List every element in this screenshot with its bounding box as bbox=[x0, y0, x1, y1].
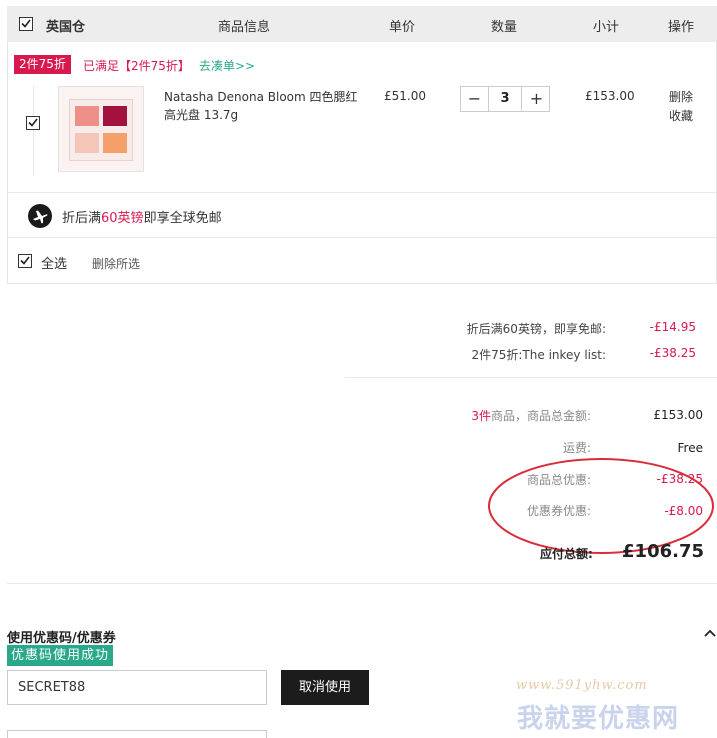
item-divider bbox=[33, 86, 34, 176]
palette-pan bbox=[103, 133, 127, 153]
coupon-section-title: 使用优惠码/优惠券 bbox=[7, 631, 116, 646]
palette-image bbox=[69, 99, 133, 161]
quantity-value[interactable]: 3 bbox=[488, 87, 522, 111]
coupon-code-input[interactable] bbox=[7, 670, 267, 705]
select-all-label[interactable]: 全选 bbox=[41, 253, 67, 272]
shipping-suffix: 即享全球免邮 bbox=[143, 211, 222, 226]
palette-pan bbox=[75, 133, 99, 153]
product-thumbnail[interactable] bbox=[58, 86, 144, 172]
delete-link[interactable]: 删除 bbox=[669, 88, 693, 105]
col-product-info: 商品信息 bbox=[218, 20, 271, 35]
col-action: 操作 bbox=[668, 20, 695, 35]
palette-pan bbox=[75, 106, 99, 126]
check-icon bbox=[21, 19, 31, 28]
select-all-checkbox[interactable] bbox=[18, 254, 32, 268]
watermark-logo: 我就要优惠网 bbox=[517, 704, 680, 734]
delete-selected-link[interactable]: 删除所选 bbox=[92, 255, 140, 272]
goods-total-label: 3件商品，商品总金额: bbox=[471, 407, 591, 424]
promo-status: 已满足【2件75折】 bbox=[83, 59, 190, 73]
payable-total: £106.75 bbox=[622, 541, 704, 562]
palette-pan bbox=[103, 106, 127, 126]
item-checkbox[interactable] bbox=[26, 116, 40, 130]
payable-label: 应付总额: bbox=[540, 547, 593, 561]
free-shipping-notice: 折后满60英镑即享全球免邮 bbox=[62, 207, 222, 226]
chevron-up-icon[interactable] bbox=[704, 629, 716, 637]
divider bbox=[8, 237, 716, 238]
free-shipping-discount-label: 折后满60英镑，即享免邮: bbox=[466, 322, 606, 336]
select-warehouse-checkbox[interactable] bbox=[19, 17, 33, 31]
decrease-button[interactable]: − bbox=[461, 87, 488, 111]
watermark-url: www.591yhw.com bbox=[516, 678, 648, 693]
divider bbox=[8, 192, 716, 193]
free-shipping-discount-value: -£14.95 bbox=[649, 320, 696, 334]
product-name[interactable]: Natasha Denona Bloom 四色腮红高光盘 13.7g bbox=[164, 88, 364, 124]
airplane-icon bbox=[28, 204, 52, 228]
shipping-fee-label: 运费: bbox=[562, 441, 591, 455]
promo-discount-label: 2件75折:The inkey list: bbox=[471, 348, 606, 362]
check-icon bbox=[20, 256, 30, 265]
cart-header: 英国仓 商品信息 单价 数量 小计 操作 bbox=[7, 6, 717, 42]
unit-price: £51.00 bbox=[384, 89, 426, 103]
divider bbox=[7, 583, 717, 584]
quantity-stepper: − 3 + bbox=[460, 86, 550, 112]
col-subtotal: 小计 bbox=[593, 20, 620, 35]
col-unit-price: 单价 bbox=[389, 20, 416, 35]
cancel-coupon-button[interactable]: 取消使用 bbox=[281, 670, 369, 705]
warehouse-label: 英国仓 bbox=[46, 20, 86, 35]
goods-total-value: £153.00 bbox=[653, 408, 703, 422]
promo-tag: 2件75折 bbox=[14, 55, 71, 74]
divider bbox=[345, 377, 717, 378]
shipping-fee-value: Free bbox=[677, 441, 703, 455]
promo-discount-value: -£38.25 bbox=[649, 346, 696, 360]
goods-total-text: 商品，商品总金额: bbox=[490, 409, 591, 423]
item-count: 3件 bbox=[471, 409, 491, 423]
coupon-success-badge: 优惠码使用成功 bbox=[7, 645, 114, 666]
shipping-prefix: 折后满 bbox=[62, 211, 102, 226]
item-subtotal: £153.00 bbox=[585, 89, 635, 103]
increase-button[interactable]: + bbox=[523, 87, 550, 111]
favorite-link[interactable]: 收藏 bbox=[669, 107, 693, 124]
add-more-link[interactable]: 去凑单>> bbox=[199, 57, 255, 74]
col-quantity: 数量 bbox=[491, 20, 518, 35]
check-icon bbox=[28, 118, 38, 127]
shipping-threshold: 60英镑 bbox=[101, 211, 144, 226]
second-coupon-field[interactable] bbox=[7, 730, 267, 738]
